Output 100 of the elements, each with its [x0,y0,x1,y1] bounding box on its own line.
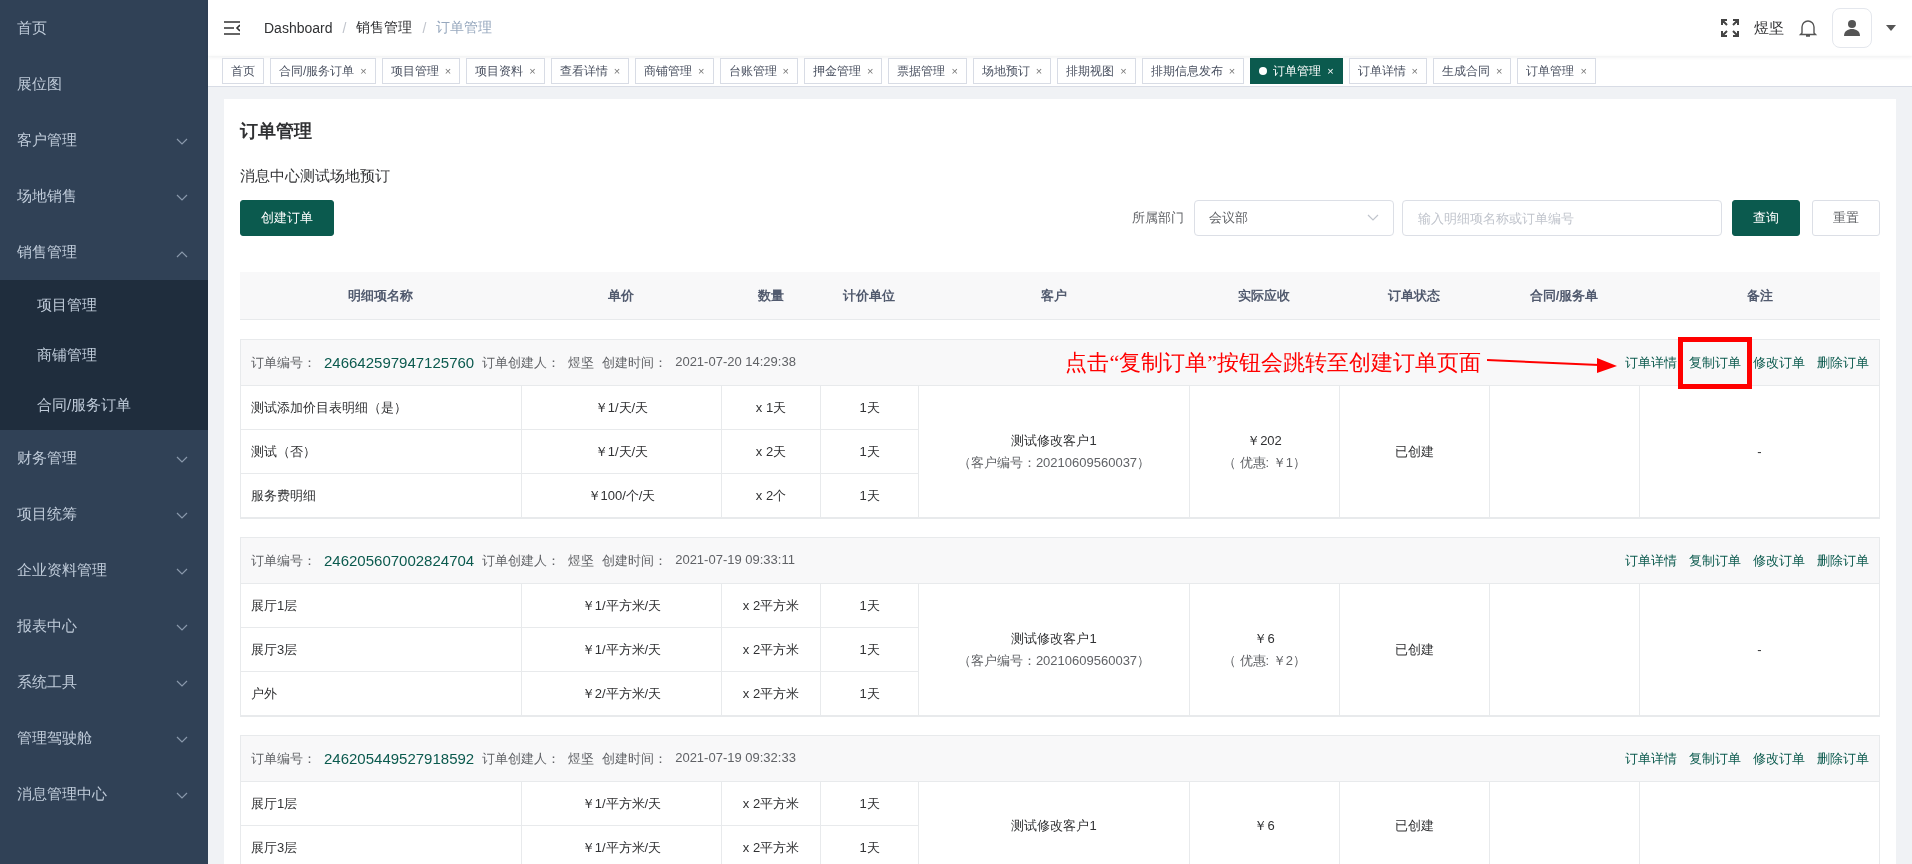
action-link[interactable]: 订单详情 [1625,551,1677,570]
tab[interactable]: 项目管理 × [381,58,461,84]
menu-item[interactable]: 销售管理 [0,224,208,280]
close-icon[interactable]: × [698,65,705,77]
reset-button[interactable]: 重置 [1812,200,1880,236]
menu-item[interactable]: 展位图 [0,56,208,112]
action-link[interactable]: 修改订单 [1753,551,1805,570]
menu-icon[interactable] [224,21,240,35]
tab[interactable]: 票据管理 × [888,58,967,84]
department-select[interactable]: 会议部 [1194,200,1394,236]
action-link[interactable]: 订单详情 [1625,749,1677,768]
close-icon[interactable]: × [1411,65,1419,77]
close-icon[interactable]: × [951,65,958,77]
chevron-icon [176,249,188,258]
menu-item[interactable]: 系统工具 [0,654,208,710]
table-cell: x 1天 [722,386,821,430]
fullscreen-icon[interactable] [1720,18,1740,38]
caret-icon[interactable] [1886,25,1896,31]
table-cell: 1天 [821,826,919,864]
menu-label: 财务管理 [17,448,77,468]
chevron-icon [176,735,188,744]
menu-item[interactable]: 管理驾驶舱 [0,710,208,766]
menu-label: 管理驾驶舱 [17,728,92,748]
column-header: 客户 [1039,286,1068,305]
breadcrumb-separator: / [422,20,427,36]
action-link[interactable]: 修改订单 [1753,749,1805,768]
menu-item[interactable]: 首页 [0,0,208,56]
discount: （ 优惠: ￥2） [1222,651,1307,670]
tab[interactable]: 首页 [222,58,264,84]
close-icon[interactable]: × [1580,65,1587,77]
action-link[interactable]: 修改订单 [1753,353,1805,372]
tab[interactable]: 排期视图 × [1057,58,1136,84]
order-status: 已创建 [1395,816,1434,835]
meta-value: 煜坚 [568,551,595,570]
order-status: 已创建 [1395,442,1434,461]
menu-item[interactable]: 报表中心 [0,598,208,654]
menu-item[interactable]: 客户管理 [0,112,208,168]
submenu-item[interactable]: 合同/服务订单 [0,380,208,430]
tab[interactable]: 合同/服务订单 × [270,58,376,84]
close-icon[interactable]: × [1327,65,1334,77]
create-order-button[interactable]: 创建订单 [240,200,334,236]
tab[interactable]: 生成合同 × [1433,58,1512,84]
action-link[interactable]: 复制订单 [1689,749,1741,768]
action-link[interactable]: 删除订单 [1817,749,1869,768]
filter-label: 所属部门 [1132,209,1184,227]
annotation-text: 点击“复制订单”按钮会跳转至创建订单页面 [1065,348,1481,377]
customer-name: 测试修改客户1 [1011,629,1097,648]
action-link[interactable]: 删除订单 [1817,551,1869,570]
table-cell: 1天 [821,584,919,628]
close-icon[interactable]: × [1496,65,1503,77]
menu-item[interactable]: 项目统筹 [0,486,208,542]
close-icon[interactable]: × [529,65,536,77]
close-icon[interactable]: × [866,65,874,77]
tab[interactable]: 订单详情 × [1348,58,1428,84]
tab[interactable]: 场地预订 × [972,58,1052,84]
query-button[interactable]: 查询 [1732,200,1800,236]
discount: （ 优惠: ￥1） [1222,453,1307,472]
close-icon[interactable]: × [782,65,789,77]
action-link[interactable]: 复制订单 [1689,354,1741,370]
customer-name: 测试修改客户1 [1011,816,1097,835]
meta-value: 2021-07-20 14:29:38 [675,353,796,371]
search-field[interactable]: 输入明细项名称或订单编号 [1402,200,1722,236]
tab[interactable]: 订单管理 × [1250,58,1343,84]
breadcrumb-item[interactable]: 销售管理 [356,19,413,37]
bell-icon[interactable] [1798,18,1818,38]
close-icon[interactable]: × [613,65,621,77]
chevron-icon [176,511,188,520]
meta-label: 订单创建人： [482,353,561,372]
action-link[interactable]: 删除订单 [1817,353,1869,372]
breadcrumb-item[interactable]: Dashboard [264,20,333,36]
close-icon[interactable]: × [360,65,367,77]
close-icon[interactable]: × [1228,65,1236,77]
breadcrumb-separator: / [342,20,347,36]
submenu-item[interactable]: 项目管理 [0,280,208,330]
tab[interactable]: 项目资料 × [466,58,545,84]
tab[interactable]: 台账管理 × [719,58,798,84]
action-link[interactable]: 复制订单 [1689,551,1741,570]
action-link[interactable]: 订单详情 [1625,353,1677,372]
avatar[interactable] [1832,8,1872,48]
column-header: 合同/服务单 [1528,286,1600,305]
column-header: 计价单位 [842,286,896,305]
menu-item[interactable]: 财务管理 [0,430,208,486]
menu-item[interactable]: 场地销售 [0,168,208,224]
close-icon[interactable]: × [1120,65,1127,77]
tab[interactable]: 查看详情 × [550,58,630,84]
table-cell: 1天 [821,386,919,430]
menu-item[interactable]: 消息管理中心 [0,766,208,822]
page-title: 订单管理 [240,120,313,143]
tab[interactable]: 押金管理 × [803,58,883,84]
table-cell: 测试添加价目表明细（是） [241,386,522,430]
submenu-item[interactable]: 商铺管理 [0,330,208,380]
meta-value: 煜坚 [568,353,595,372]
meta-value: 煜坚 [568,749,595,768]
tab[interactable]: 排期信息发布 × [1141,58,1245,84]
remark: - [1757,642,1762,657]
close-icon[interactable]: × [444,65,452,77]
tab[interactable]: 商铺管理 × [635,58,714,84]
tab[interactable]: 订单管理 × [1517,58,1596,84]
close-icon[interactable]: × [1035,65,1043,77]
menu-item[interactable]: 企业资料管理 [0,542,208,598]
